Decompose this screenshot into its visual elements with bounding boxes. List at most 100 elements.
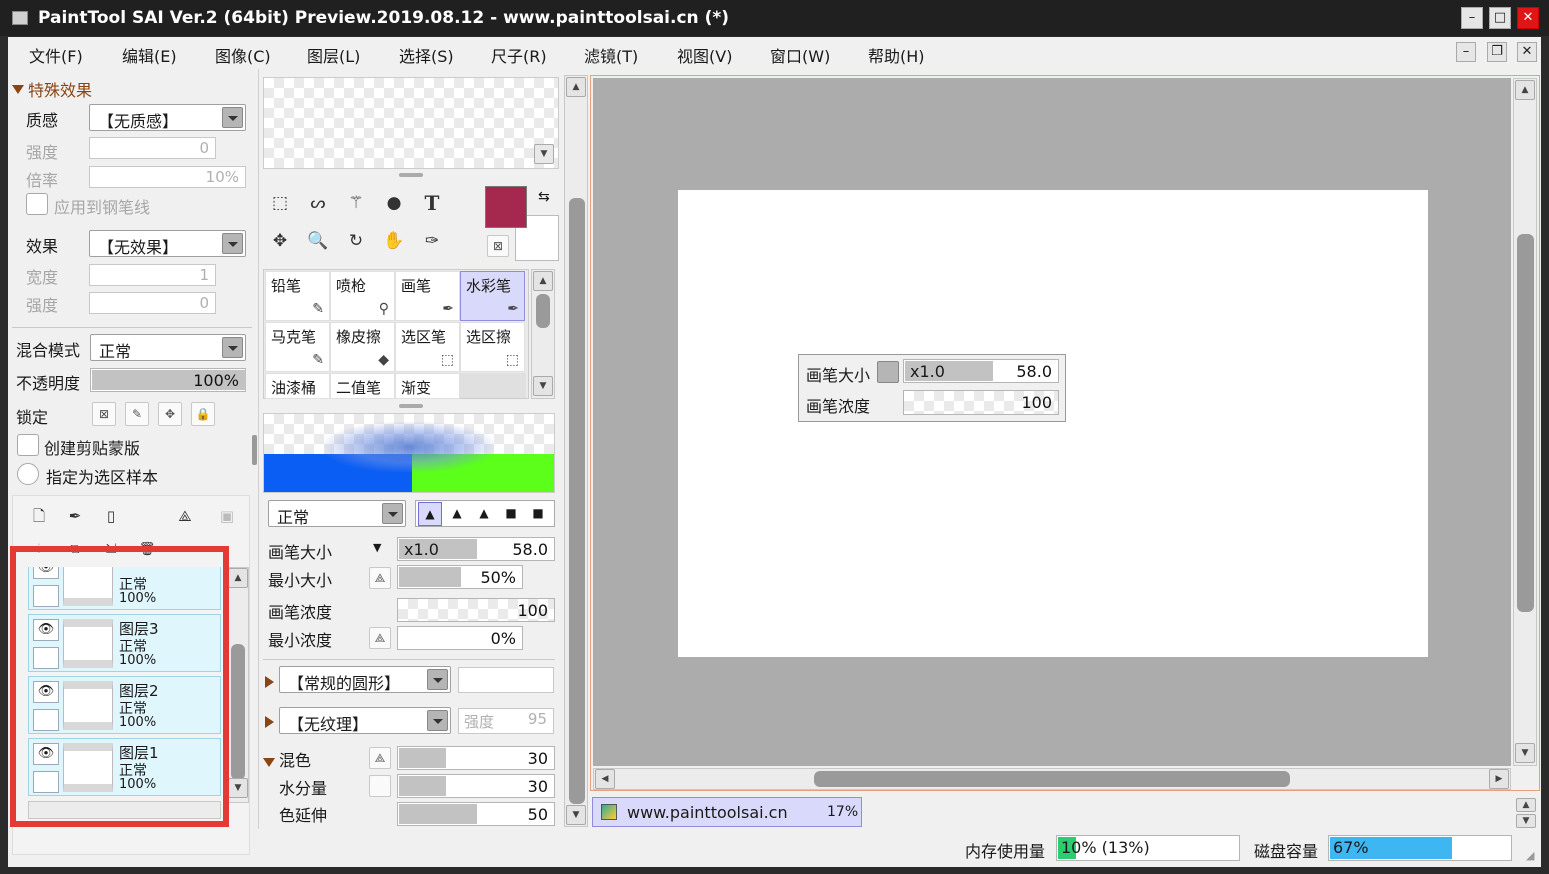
brush-slot[interactable]: 铅笔 ✎ <box>265 271 330 321</box>
pressure-icon[interactable]: ⟁ <box>369 747 391 769</box>
canvas-vscrollbar[interactable]: ▲ ▼ <box>1513 78 1537 766</box>
menu-file[interactable]: 文件(F) <box>29 43 83 67</box>
size-dropdown-icon[interactable]: ▼ <box>373 541 381 554</box>
shape-expand-icon[interactable] <box>265 674 274 692</box>
scroll-right-icon[interactable]: ▶ <box>1489 769 1509 789</box>
rotate-icon[interactable]: ↻ <box>340 225 372 257</box>
blend-slider[interactable]: 30 <box>397 746 555 770</box>
texture-strength-field[interactable]: 强度 95 <box>458 708 554 734</box>
popup-size-slider[interactable]: x1.0 58.0 <box>903 359 1059 383</box>
scroll-up-icon[interactable]: ▲ <box>228 568 248 588</box>
minimize-button[interactable]: – <box>1461 7 1483 29</box>
shape-icon[interactable]: ● <box>378 187 410 219</box>
brush-size-slider[interactable]: x1.0 58.0 <box>397 537 555 561</box>
menu-layer[interactable]: 图层(L) <box>307 43 360 67</box>
density-slider[interactable]: 100 <box>397 598 555 622</box>
scroll-thumb[interactable] <box>536 294 550 328</box>
selection-sample-radio[interactable] <box>17 463 39 485</box>
brush-shape-select[interactable]: 【常规的圆形】 <box>279 666 451 693</box>
new-layer-icon[interactable]: 🗋 <box>23 500 55 532</box>
new-folder-icon[interactable]: ▯ <box>95 500 127 532</box>
menu-image[interactable]: 图像(C) <box>215 43 271 67</box>
swap-colors-icon[interactable]: ⇆ <box>538 189 550 205</box>
pressure-icon[interactable]: ⟁ <box>369 627 391 649</box>
popup-density-slider[interactable]: 100 <box>903 390 1059 415</box>
effects-header[interactable]: 特殊效果 <box>28 77 92 101</box>
tip-soft-icon[interactable]: ▲ <box>472 502 496 526</box>
doc-restore-button[interactable]: ❐ <box>1487 42 1507 62</box>
layer-option-icon[interactable]: ▣ <box>211 500 243 532</box>
lock-move-icon[interactable]: ✥ <box>158 402 182 426</box>
scroll-up-icon[interactable]: ▲ <box>1515 80 1535 100</box>
canvas-paper[interactable] <box>678 190 1428 657</box>
tool-panel-vscrollbar[interactable]: ▲ ▼ <box>564 75 588 827</box>
tip-square-icon[interactable]: ■ <box>526 502 550 526</box>
scroll-down-icon[interactable]: ▼ <box>1515 743 1535 763</box>
maximize-button[interactable]: □ <box>1489 7 1511 29</box>
eyedropper-icon[interactable]: ✑ <box>416 225 448 257</box>
lasso-icon[interactable]: ᔕ <box>302 187 334 219</box>
opacity-slider[interactable]: 100% <box>90 368 246 392</box>
brush-slot[interactable]: 喷枪 ⚲ <box>330 271 395 321</box>
tip-round-icon[interactable]: ▲ <box>445 502 469 526</box>
tip-flat-icon[interactable]: ■ <box>499 502 523 526</box>
scroll-thumb[interactable] <box>569 198 585 804</box>
scroll-thumb[interactable] <box>231 644 245 780</box>
scroll-down-icon[interactable]: ▼ <box>533 376 553 396</box>
min-density-slider[interactable]: 0% <box>397 626 523 650</box>
menu-filter[interactable]: 滤镜(T) <box>584 43 638 67</box>
rect-select-icon[interactable]: ⬚ <box>264 187 296 219</box>
brush-slot[interactable]: 渐变 <box>395 373 460 399</box>
blend-mode-select[interactable]: 正常 <box>90 334 246 361</box>
extend-slider[interactable]: 50 <box>397 802 555 826</box>
move-icon[interactable]: ✥ <box>264 225 296 257</box>
brush-slot[interactable]: 水彩笔 ✒ <box>460 271 525 321</box>
apply-pen-checkbox[interactable] <box>26 193 48 215</box>
pressure-icon[interactable]: ⟁ <box>369 567 391 589</box>
scroll-left-icon[interactable]: ◀ <box>595 769 615 789</box>
menu-edit[interactable]: 编辑(E) <box>122 43 177 67</box>
brush-slot[interactable]: 橡皮擦 ◆ <box>330 322 395 372</box>
menu-select[interactable]: 选择(S) <box>399 43 454 67</box>
texture-expand-icon[interactable] <box>265 714 274 732</box>
scroll-down-icon[interactable]: ▼ <box>566 805 586 825</box>
menu-view[interactable]: 视图(V) <box>677 43 732 67</box>
mix-collapse-icon[interactable] <box>263 753 275 771</box>
lock-all-icon[interactable]: 🔒 <box>191 402 215 426</box>
brush-vscrollbar[interactable]: ▲ ▼ <box>531 269 555 399</box>
canvas-viewport[interactable]: 画笔大小 x1.0 58.0 画笔浓度 100 <box>593 78 1511 766</box>
magic-wand-icon[interactable]: ⚚ <box>340 187 372 219</box>
width-field[interactable]: 1 <box>89 264 216 286</box>
menu-help[interactable]: 帮助(H) <box>868 43 925 67</box>
close-button[interactable]: ✕ <box>1517 7 1539 29</box>
shape-strength-field[interactable] <box>458 667 554 693</box>
splitter-handle[interactable] <box>399 404 423 408</box>
transparent-color-icon[interactable]: ⊠ <box>487 235 509 257</box>
brush-slot[interactable]: 画笔 ✒ <box>395 271 460 321</box>
menu-window[interactable]: 窗口(W) <box>770 43 830 67</box>
doc-close-button[interactable]: ✕ <box>1517 42 1537 62</box>
lock-transparency-icon[interactable]: ⊠ <box>92 402 116 426</box>
scale-field[interactable]: 10% <box>89 166 246 188</box>
tab-scroll-up-icon[interactable]: ▲ <box>1516 798 1536 812</box>
doc-minimize-button[interactable]: – <box>1456 42 1476 62</box>
scroll-down-icon[interactable]: ▼ <box>228 778 248 798</box>
primary-color-swatch[interactable] <box>485 186 527 228</box>
scroll-thumb[interactable] <box>1517 234 1534 612</box>
brush-slot[interactable]: 油漆桶 <box>265 373 330 399</box>
effects-collapse-icon[interactable] <box>12 80 24 98</box>
zoom-icon[interactable]: 🔍 <box>302 225 334 257</box>
brush-slot[interactable]: 马克笔 ✎ <box>265 322 330 372</box>
texture-select[interactable]: 【无质感】 <box>89 104 246 131</box>
tip-sharp-icon[interactable]: ▲ <box>418 502 442 526</box>
splitter-handle[interactable] <box>252 435 257 465</box>
clip-mask-checkbox[interactable] <box>17 434 39 456</box>
strength-field[interactable]: 0 <box>89 137 216 159</box>
new-pen-layer-icon[interactable]: ✒ <box>59 500 91 532</box>
menu-ruler[interactable]: 尺子(R) <box>491 43 547 67</box>
document-tab[interactable]: www.painttoolsai.cn 17% <box>592 797 862 827</box>
brush-mode-select[interactable]: 正常 <box>268 500 406 527</box>
brush-slot[interactable]: 选区笔 ⬚ <box>395 322 460 372</box>
brush-slot[interactable]: 二值笔 <box>330 373 395 399</box>
resize-grip-icon[interactable]: ◢ <box>1526 849 1534 862</box>
